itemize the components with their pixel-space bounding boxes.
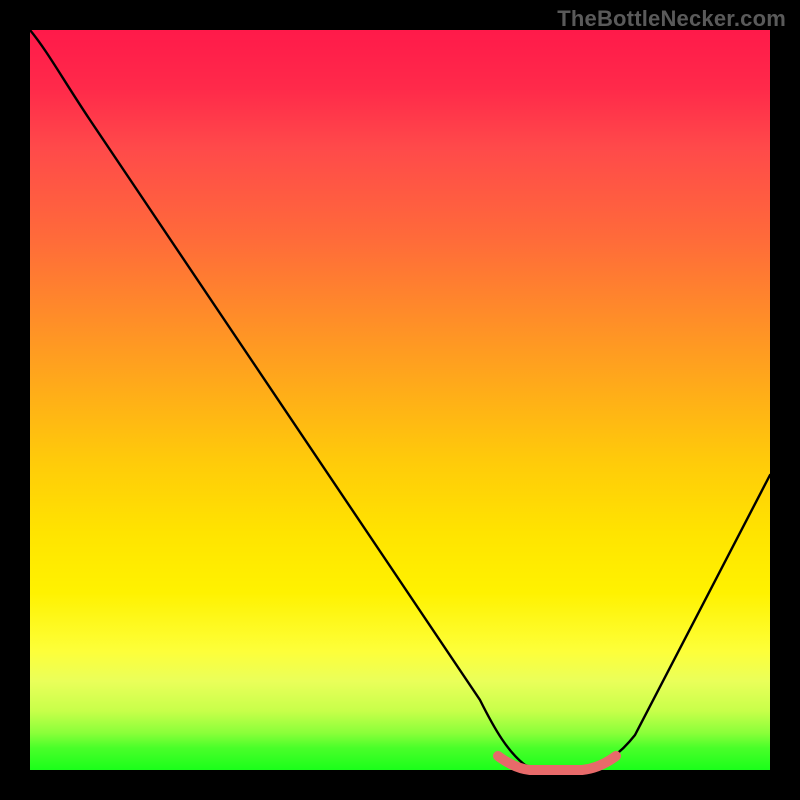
bottleneck-chart: TheBottleNecker.com [0, 0, 800, 800]
bottleneck-curve [30, 30, 770, 769]
plot-area [30, 30, 770, 770]
curve-layer [30, 30, 770, 770]
watermark-text: TheBottleNecker.com [557, 6, 786, 32]
